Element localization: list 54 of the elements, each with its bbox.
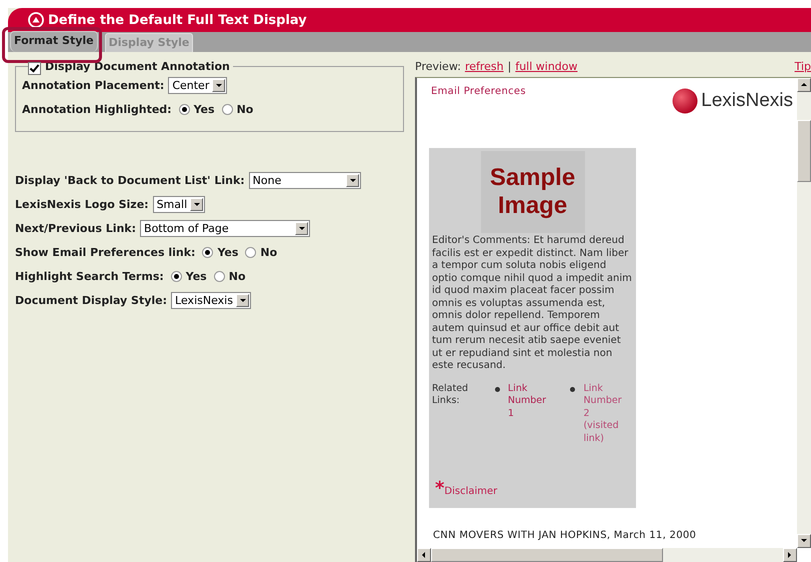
separator: | [508, 60, 512, 73]
dropdown[interactable]: Center [168, 76, 228, 94]
link[interactable]: full window [515, 60, 578, 73]
dropdown[interactable]: Bottom of Page [140, 220, 310, 236]
radio-label: No [228, 270, 246, 282]
scroll-right-icon[interactable] [783, 548, 797, 562]
field-label: Annotation Highlighted: [22, 102, 172, 116]
radio-label: No [260, 246, 278, 258]
link[interactable]: Link Number 1 [508, 382, 550, 445]
field-label: Document Display Style: [15, 294, 168, 306]
radio-button[interactable] [170, 270, 182, 282]
field-label: Display 'Back to Document List' Link: [15, 174, 245, 186]
radio-label: Yes [217, 246, 238, 258]
radio-button[interactable] [214, 270, 225, 282]
disclaimer-link[interactable]: Disclaimer [444, 486, 498, 497]
field-label: LexisNexis Logo Size: [15, 198, 149, 210]
window-title: Define the Default Full Text Display [48, 12, 307, 28]
radio-button[interactable] [202, 246, 214, 258]
radio-label: Yes [186, 270, 207, 282]
bullet-icon [570, 386, 576, 392]
logo-text: LexisNexis [701, 90, 793, 112]
vertical-scrollbar[interactable] [797, 78, 811, 548]
preview-label: Preview: [415, 60, 461, 73]
tip-link[interactable]: Tip [794, 60, 811, 73]
email-preferences-link[interactable]: Email Preferences [431, 86, 526, 97]
comments-text: Editor's Comments: Et harumd dereud facilis est er expedit distinct. Nam liber a tempor cum soluta nobis eligend optio comque nihil quod a impedit anim id quod maxim placeat facer possim omnis es voluptas assumenda est, omnis dolor repellend. Temporem autem quinsud et aur office debit aut tum rerum necesit atib saepe eveniet ut er repudiand sint et molestia non este recusand. [432, 235, 632, 372]
dropdown[interactable]: LexisNexis [171, 292, 251, 308]
scroll-thumb[interactable] [431, 548, 663, 562]
asterisk-icon: * [435, 481, 444, 497]
dropdown[interactable]: None [248, 172, 361, 188]
related-links-label: Related Links: [432, 382, 470, 408]
sample-image: Sample Image [480, 151, 584, 233]
radio-button[interactable] [222, 104, 233, 114]
scroll-down-icon[interactable] [797, 534, 811, 548]
link[interactable]: refresh [464, 60, 504, 73]
field-label: Next/Previous Link: [15, 222, 136, 234]
sphere-logo-icon [672, 88, 698, 114]
bullet-icon [494, 386, 500, 392]
scroll-up-icon[interactable] [797, 78, 811, 92]
dropdown[interactable]: Small [152, 196, 206, 212]
collapse-icon[interactable] [28, 12, 44, 28]
field-label: Annotation Placement: [22, 78, 164, 92]
horizontal-scrollbar[interactable] [417, 548, 797, 562]
radio-button[interactable] [245, 246, 256, 258]
tab[interactable]: Format Style [10, 31, 98, 52]
scroll-thumb[interactable] [797, 120, 811, 182]
radio-button[interactable] [178, 104, 190, 114]
radio-label: Yes [194, 102, 215, 116]
field-label: Show Email Preferences link: [15, 246, 196, 258]
field-label: Highlight Search Terms: [15, 270, 164, 282]
radio-label: No [236, 102, 254, 116]
checkbox[interactable] [28, 62, 41, 75]
headline: CNN MOVERS WITH JAN HOPKINS, March 11, 2000 [433, 530, 698, 541]
scroll-left-icon[interactable] [417, 548, 431, 562]
